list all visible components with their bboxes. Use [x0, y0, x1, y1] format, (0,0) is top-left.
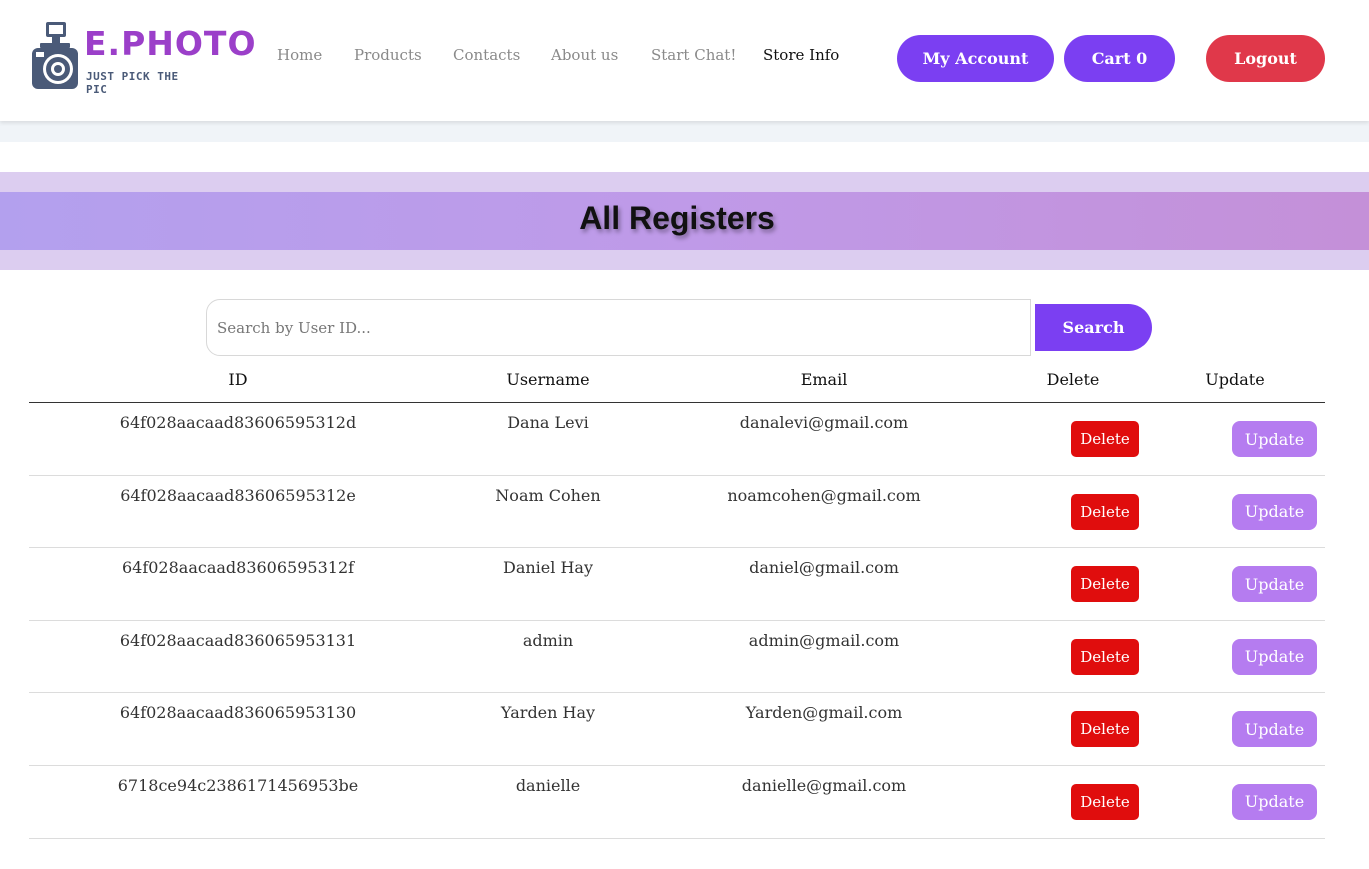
nav-start-chat[interactable]: Start Chat!: [651, 46, 736, 64]
update-button[interactable]: Update: [1232, 493, 1317, 530]
table-row: 64f028aacaad836065953131 admin admin@gmail…: [29, 621, 1325, 694]
brand-tagline: JUST PICK THE PIC: [86, 70, 179, 96]
cell-email: noamcohen@gmail.com: [727, 485, 921, 505]
brand-logo[interactable]: E.PHOTO JUST PICK THE PIC: [30, 20, 256, 96]
search-input[interactable]: [206, 299, 1031, 356]
update-button[interactable]: Update: [1232, 711, 1317, 748]
my-account-button[interactable]: My Account: [897, 35, 1054, 82]
cell-id: 64f028aacaad83606595312f: [121, 558, 355, 578]
table-header: ID Username Email Delete Update: [29, 368, 1325, 403]
cell-id: 64f028aacaad83606595312d: [119, 413, 357, 432]
table-row: 64f028aacaad83606595312d Dana Levi danalev…: [29, 403, 1325, 476]
cart-button[interactable]: Cart 0: [1064, 35, 1175, 82]
cell-email: admin@gmail.com: [748, 630, 900, 650]
cell-email: danielle@gmail.com: [741, 775, 907, 795]
delete-button[interactable]: Delete: [1071, 493, 1139, 530]
column-header-delete: Delete: [1046, 370, 1100, 389]
cell-username: danielle: [515, 775, 581, 795]
cell-email: danalevi@gmail.com: [739, 413, 909, 432]
nav-contacts[interactable]: Contacts: [453, 46, 520, 64]
table-row: 64f028aacaad83606595312e Noam Cohen noamco…: [29, 476, 1325, 549]
cell-username: admin: [522, 630, 574, 650]
column-header-email: Email: [800, 370, 848, 389]
brand-name: E.PHOTO: [84, 24, 257, 63]
header-divider-band: [0, 121, 1369, 142]
logout-button[interactable]: Logout: [1206, 35, 1325, 82]
cell-username: Noam Cohen: [495, 485, 601, 505]
registers-table: ID Username Email Delete Update 64f028aa…: [29, 368, 1325, 839]
column-header-update: Update: [1205, 370, 1265, 389]
camera-icon: [32, 22, 78, 89]
nav-products[interactable]: Products: [354, 46, 422, 64]
delete-button[interactable]: Delete: [1071, 421, 1139, 457]
update-button[interactable]: Update: [1232, 783, 1317, 820]
table-row: 64f028aacaad83606595312f Daniel Hay daniel…: [29, 548, 1325, 621]
cell-username: Daniel Hay: [503, 558, 593, 578]
delete-button[interactable]: Delete: [1071, 638, 1139, 675]
column-header-id: ID: [228, 370, 248, 389]
cell-id: 64f028aacaad836065953131: [119, 630, 357, 650]
column-header-username: Username: [506, 370, 590, 389]
cell-id: 64f028aacaad836065953130: [119, 703, 357, 723]
cell-id: 6718ce94c2386171456953be: [117, 775, 359, 795]
cell-id: 64f028aacaad83606595312e: [120, 485, 356, 505]
cell-email: Yarden@gmail.com: [745, 703, 903, 723]
table-row: 6718ce94c2386171456953be danielle danielle…: [29, 766, 1325, 839]
delete-button[interactable]: Delete: [1071, 783, 1139, 820]
nav-about-us[interactable]: About us: [551, 46, 618, 64]
cell-username: Yarden Hay: [500, 703, 596, 723]
delete-button[interactable]: Delete: [1071, 711, 1139, 748]
nav-home[interactable]: Home: [277, 46, 322, 64]
update-button[interactable]: Update: [1232, 638, 1317, 675]
page-title: All Registers: [579, 200, 775, 236]
search-button[interactable]: Search: [1035, 304, 1152, 351]
delete-button[interactable]: Delete: [1071, 566, 1139, 603]
site-header: E.PHOTO JUST PICK THE PIC Home Products …: [0, 0, 1369, 121]
cell-email: daniel@gmail.com: [749, 558, 899, 578]
cell-username: Dana Levi: [507, 413, 589, 432]
update-button[interactable]: Update: [1232, 421, 1317, 457]
table-row: 64f028aacaad836065953130 Yarden Hay Yarden…: [29, 693, 1325, 766]
nav-store-info[interactable]: Store Info: [763, 46, 839, 64]
update-button[interactable]: Update: [1232, 566, 1317, 603]
table-body: 64f028aacaad83606595312d Dana Levi danalev…: [29, 403, 1325, 839]
